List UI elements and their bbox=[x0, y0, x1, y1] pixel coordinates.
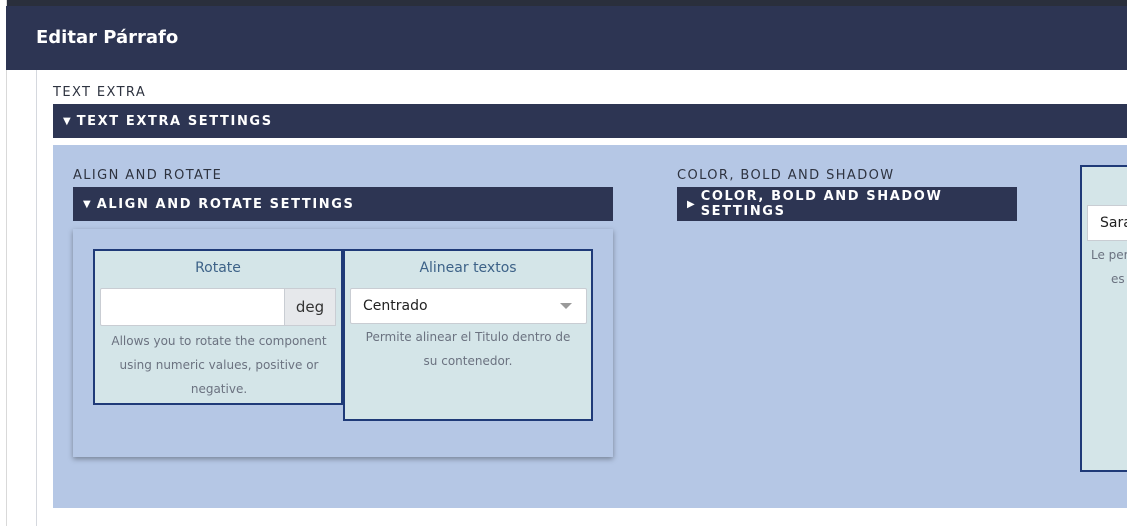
align-text-card: Alinear textos Centrado Permite alinear … bbox=[343, 249, 593, 421]
text-extra-label: TEXT EXTRA bbox=[53, 85, 147, 100]
align-rotate-label: ALIGN AND ROTATE bbox=[73, 168, 223, 183]
expanded-triangle-icon: ▼ bbox=[83, 198, 91, 210]
align-text-title: Alinear textos bbox=[419, 260, 517, 276]
page-title: Editar Párrafo bbox=[36, 27, 179, 48]
text-extra-settings-toggle[interactable]: ▼ TEXT EXTRA SETTINGS bbox=[53, 104, 1127, 138]
align-rotate-settings-label: ALIGN AND ROTATE SETTINGS bbox=[96, 196, 355, 212]
partial-card-help-line1: Le per bbox=[1091, 248, 1127, 262]
color-bold-shadow-label: COLOR, BOLD AND SHADOW bbox=[677, 168, 895, 183]
left-gutter bbox=[0, 0, 7, 526]
color-bold-shadow-settings-label: COLOR, BOLD AND SHADOW SETTINGS bbox=[700, 189, 943, 219]
align-text-selected-value: Centrado bbox=[363, 298, 428, 314]
partial-card-help-line2: es bbox=[1111, 272, 1125, 286]
collapsed-triangle-icon: ▶ bbox=[687, 198, 695, 210]
page-header: Editar Párrafo bbox=[6, 6, 1127, 70]
expanded-triangle-icon: ▼ bbox=[63, 115, 71, 127]
rotate-help-text: Allows you to rotate the component using… bbox=[111, 334, 327, 396]
indent-guide bbox=[36, 70, 37, 526]
align-text-select[interactable]: Centrado bbox=[350, 288, 587, 324]
partial-card-input[interactable]: Sara bbox=[1087, 205, 1127, 241]
chevron-down-icon bbox=[560, 303, 572, 309]
rotate-unit-addon: deg bbox=[284, 288, 336, 326]
text-extra-settings-label: TEXT EXTRA SETTINGS bbox=[76, 113, 273, 129]
align-text-help-text: Permite alinear el Titulo dentro de su c… bbox=[365, 330, 571, 368]
partial-card-help-text: Le per es bbox=[1091, 243, 1127, 291]
rotate-input[interactable] bbox=[100, 288, 285, 326]
align-rotate-settings-toggle[interactable]: ▼ ALIGN AND ROTATE SETTINGS bbox=[73, 187, 613, 221]
partial-card: Sara Le per es bbox=[1080, 165, 1127, 472]
color-bold-shadow-settings-toggle[interactable]: ▶ COLOR, BOLD AND SHADOW SETTINGS bbox=[677, 187, 1017, 221]
rotate-card: Rotate deg Allows you to rotate the comp… bbox=[93, 249, 343, 405]
rotate-title: Rotate bbox=[195, 260, 241, 276]
